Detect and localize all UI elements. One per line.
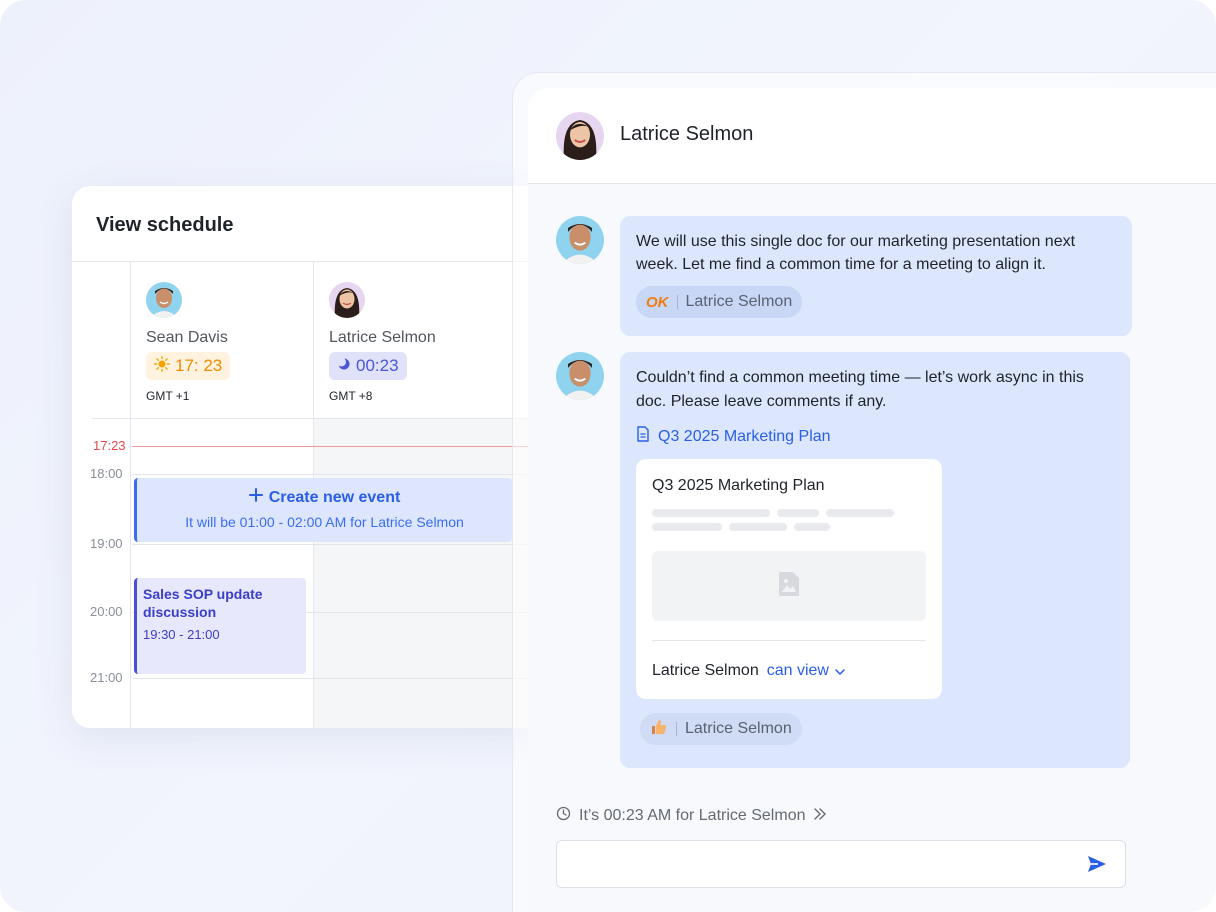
calendar-event[interactable]: Sales SOP update discussion 19:30 - 21:0… — [134, 578, 306, 674]
hour-label: 20:00 — [90, 604, 123, 619]
message-input-box[interactable] — [556, 840, 1126, 888]
person-name: Sean Davis — [146, 329, 228, 346]
timezone-note-text: It’s 00:23 AM for Latrice Selmon — [579, 807, 806, 824]
avatar[interactable] — [329, 282, 365, 318]
latrice-column-shade — [314, 419, 542, 728]
doc-preview-card[interactable]: Q3 2025 Marketing Plan Latrice Selmon ca… — [636, 459, 942, 699]
message-input[interactable] — [557, 841, 1067, 887]
chat-header: Latrice Selmon — [528, 88, 1216, 184]
avatar[interactable] — [556, 352, 604, 400]
event-title: Sales SOP update discussion — [143, 586, 263, 620]
hour-line — [132, 474, 542, 475]
current-time-line — [132, 446, 542, 447]
moon-icon — [337, 356, 351, 376]
create-event-button[interactable]: Create new event — [248, 488, 401, 507]
message-text: We will use this single doc for our mark… — [636, 233, 1076, 273]
create-event-label: Create new event — [268, 488, 401, 506]
doc-card-divider — [652, 640, 926, 641]
skeleton-line — [826, 509, 894, 517]
create-event-slot[interactable]: Create new event It will be 01:00 - 02:0… — [134, 478, 512, 542]
hour-line — [132, 544, 542, 545]
reaction-chip[interactable]: OK Latrice Selmon — [636, 286, 803, 318]
reaction-user: Latrice Selmon — [685, 293, 793, 310]
event-time: 19:30 - 21:00 — [143, 627, 220, 642]
hour-label: 19:00 — [90, 536, 123, 551]
reaction-user: Latrice Selmon — [685, 720, 792, 737]
current-time-label: 17:23 — [93, 438, 126, 453]
skeleton-line — [652, 523, 722, 531]
clock-icon — [556, 806, 571, 826]
sun-icon — [154, 355, 170, 377]
reaction-separator — [676, 722, 677, 736]
image-icon — [777, 570, 801, 603]
avatar[interactable] — [556, 216, 604, 264]
local-time-badge: 00:23 — [329, 352, 407, 380]
chat-messages: We will use this single doc for our mark… — [528, 184, 1216, 912]
reaction-separator — [676, 295, 678, 309]
double-chevron-right-icon[interactable] — [813, 807, 827, 825]
permission-user: Latrice Selmon — [652, 662, 759, 679]
chat-title: Latrice Selmon — [620, 123, 754, 145]
message-text: Couldn’t find a common meeting time — le… — [636, 369, 1084, 410]
page-background: View schedule Sean Davis 17: 23 GMT +1 L… — [0, 0, 1216, 912]
schedule-header-divider — [72, 261, 542, 262]
local-time: 17: 23 — [175, 356, 223, 375]
schedule-person-latrice: Latrice Selmon 00:23 GMT +8 — [329, 282, 436, 403]
message-bubble: We will use this single doc for our mark… — [620, 216, 1132, 336]
plus-icon — [248, 488, 263, 507]
skeleton-line — [777, 509, 819, 517]
avatar[interactable] — [146, 282, 182, 318]
schedule-title: View schedule — [96, 214, 234, 236]
schedule-card: View schedule Sean Davis 17: 23 GMT +1 L… — [72, 186, 542, 728]
person-name: Latrice Selmon — [329, 329, 436, 346]
doc-permission-row: Latrice Selmon can view — [652, 662, 845, 680]
avatar[interactable] — [556, 112, 604, 160]
hour-line — [132, 678, 542, 679]
timeline-top-divider — [92, 418, 542, 419]
hour-label: 21:00 — [90, 670, 123, 685]
time-gutter-divider — [130, 262, 131, 728]
doc-card-title: Q3 2025 Marketing Plan — [652, 477, 825, 494]
timezone-offset: GMT +1 — [146, 389, 190, 403]
permission-dropdown[interactable]: can view — [767, 662, 845, 680]
send-icon[interactable] — [1087, 854, 1107, 879]
skeleton-line — [794, 523, 830, 531]
reaction-chip[interactable]: Latrice Selmon — [640, 713, 802, 745]
local-time: 00:23 — [356, 356, 399, 375]
local-time-badge: 17: 23 — [146, 352, 231, 380]
image-placeholder — [652, 551, 926, 621]
document-icon — [636, 426, 650, 447]
schedule-person-sean: Sean Davis 17: 23 GMT +1 — [146, 282, 231, 403]
chevron-down-icon — [835, 662, 845, 680]
hour-label: 18:00 — [90, 466, 123, 481]
timezone-note: It’s 00:23 AM for Latrice Selmon — [556, 806, 827, 826]
create-event-hint: It will be 01:00 - 02:00 AM for Latrice … — [185, 514, 464, 530]
ok-emoji: OK — [646, 293, 669, 311]
message-bubble: Couldn’t find a common meeting time — le… — [620, 352, 1130, 768]
doc-link[interactable]: Q3 2025 Marketing Plan — [636, 426, 831, 447]
chat-panel: Latrice Selmon We will use this single d… — [528, 88, 1216, 912]
permission-level: can view — [766, 662, 829, 679]
doc-link-label: Q3 2025 Marketing Plan — [658, 427, 831, 445]
timezone-offset: GMT +8 — [329, 389, 373, 403]
thumbs-up-icon — [650, 718, 668, 741]
skeleton-line — [729, 523, 787, 531]
skeleton-line — [652, 509, 770, 517]
